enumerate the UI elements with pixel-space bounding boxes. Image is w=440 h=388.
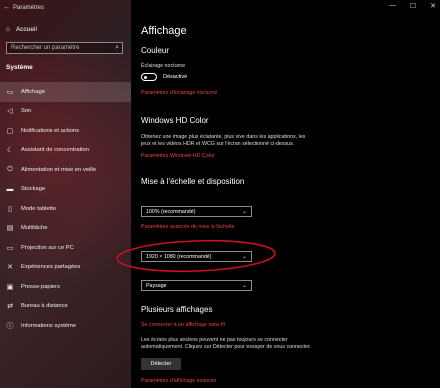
sidebar-item-label: Affichage [21,88,46,95]
sidebar-item-multitache[interactable]: ▤ Multitâche [0,219,131,239]
home-icon: ⌂ [6,26,10,33]
power-icon: ⏻ [7,165,13,173]
advanced-scale-link[interactable]: Paramètres avancés de mise à l'échelle [141,224,234,230]
moon-icon: ☾ [6,147,14,155]
window-title: Paramètres [13,5,45,11]
search-icon: ⌕ [115,44,119,51]
wireless-display-link[interactable]: Se connecter à un affichage sans fil [141,322,225,328]
sidebar-item-experiences[interactable]: ✕ Expériences partagées [0,258,131,278]
sidebar-item-notifications[interactable]: ▢ Notifications et actions [0,121,131,141]
sidebar-item-projection[interactable]: ▭ Projection sur ce PC [0,238,131,258]
share-icon: ✕ [7,264,13,272]
multi-description-line2: automatiquement. Cliquez sur Détecter po… [141,344,311,350]
minimize-icon[interactable]: — [389,2,396,10]
chevron-down-icon: ⌄ [241,283,247,289]
storage-icon: ▬ [6,185,14,193]
chevron-down-icon: ⌄ [241,209,247,215]
scale-value: 100% (recommandé) [146,209,196,215]
projection-icon: ▭ [6,244,14,252]
sidebar-item-label: Alimentation et mise en veille [21,166,97,173]
main-panel: — ☐ ✕ Affichage Couleur Éclairage noctur… [116,0,440,388]
hdr-description-line1: Obtenez une image plus éclatante, plus v… [141,134,306,140]
back-arrow-icon[interactable]: ← [3,4,10,11]
hdr-description-line2: jeux et les vidéos HDR et WCG sur l'écra… [141,141,295,147]
sidebar-item-son[interactable]: ◁ Son [0,102,131,122]
home-label: Accueil [15,26,37,33]
multi-display-heading: Plusieurs affichages [141,305,213,314]
resolution-value: 1920 × 1080 (recommandé) [146,254,212,260]
sidebar-item-label: Assistant de concentration [21,147,89,154]
sidebar-item-presse-papiers[interactable]: ▣ Presse-papiers [0,277,131,297]
sidebar-item-concentration[interactable]: ☾ Assistant de concentration [0,141,131,161]
sidebar-item-label: Notifications et actions [21,127,79,134]
sidebar: ← Paramètres ⌂ Accueil Rechercher un par… [0,0,131,388]
multitask-icon: ▤ [6,225,14,233]
monitor-icon: ▭ [6,88,14,96]
section-label: Système [6,64,33,71]
sidebar-item-informations[interactable]: ⓘ Informations système [0,316,131,336]
notification-icon: ▢ [6,127,14,135]
sidebar-item-label: Multitâche [21,225,48,232]
window-controls: — ☐ ✕ [389,2,436,10]
couleur-heading: Couleur [141,46,170,55]
remote-desktop-icon: ⇄ [7,303,13,311]
search-placeholder: Rechercher un paramètre [11,45,80,51]
hdr-heading: Windows HD Color [141,116,209,125]
tablet-icon: ▯ [8,205,12,213]
night-light-toggle[interactable] [141,73,157,81]
sidebar-item-label: Son [21,108,32,115]
home-link[interactable]: ⌂ Accueil [6,26,37,33]
info-icon: ⓘ [6,322,14,330]
sidebar-item-label: Stockage [21,186,46,193]
advanced-display-link[interactable]: Paramètres d'affichage avancés [141,378,216,384]
sidebar-item-affichage[interactable]: ▭ Affichage [0,82,131,102]
toggle-state: Désactivé [163,74,188,80]
sidebar-item-alimentation[interactable]: ⏻ Alimentation et mise en veille [0,160,131,180]
close-icon[interactable]: ✕ [430,2,436,10]
night-light-label: Éclairage nocturne [141,63,186,69]
orientation-dropdown[interactable]: Paysage ⌄ [141,280,252,291]
page-title: Affichage [141,25,187,37]
scale-dropdown[interactable]: 100% (recommandé) ⌄ [141,206,252,217]
speaker-icon: ◁ [7,108,13,116]
sidebar-item-bureau-distance[interactable]: ⇄ Bureau à distance [0,297,131,317]
search-input[interactable]: Rechercher un paramètre ⌕ [6,42,123,54]
sidebar-nav: ▭ Affichage ◁ Son ▢ Notifications et act… [0,82,131,336]
scale-heading: Mise à l'échelle et disposition [141,177,245,186]
resolution-dropdown[interactable]: 1920 × 1080 (recommandé) ⌄ [141,251,252,262]
sidebar-item-label: Presse-papiers [21,283,60,290]
orientation-value: Paysage [146,283,167,289]
sidebar-item-mode-tablette[interactable]: ▯ Mode tablette [0,199,131,219]
chevron-down-icon: ⌄ [241,254,247,260]
sidebar-item-label: Bureau à distance [21,303,68,310]
night-light-settings-link[interactable]: Paramètres d'éclairage nocturne [141,90,217,96]
hdr-settings-link[interactable]: Paramètres Windows HD Color [141,153,215,159]
multi-description-line1: Les écrans plus anciens peuvent ne pas t… [141,337,288,343]
sidebar-item-label: Expériences partagées [21,264,81,271]
sidebar-item-stockage[interactable]: ▬ Stockage [0,180,131,200]
sidebar-item-label: Mode tablette [21,205,57,212]
detect-button[interactable]: Détecter [141,358,181,370]
sidebar-item-label: Projection sur ce PC [21,244,74,251]
clipboard-icon: ▣ [6,283,14,291]
sidebar-item-label: Informations système [21,322,77,329]
maximize-icon[interactable]: ☐ [410,2,416,10]
